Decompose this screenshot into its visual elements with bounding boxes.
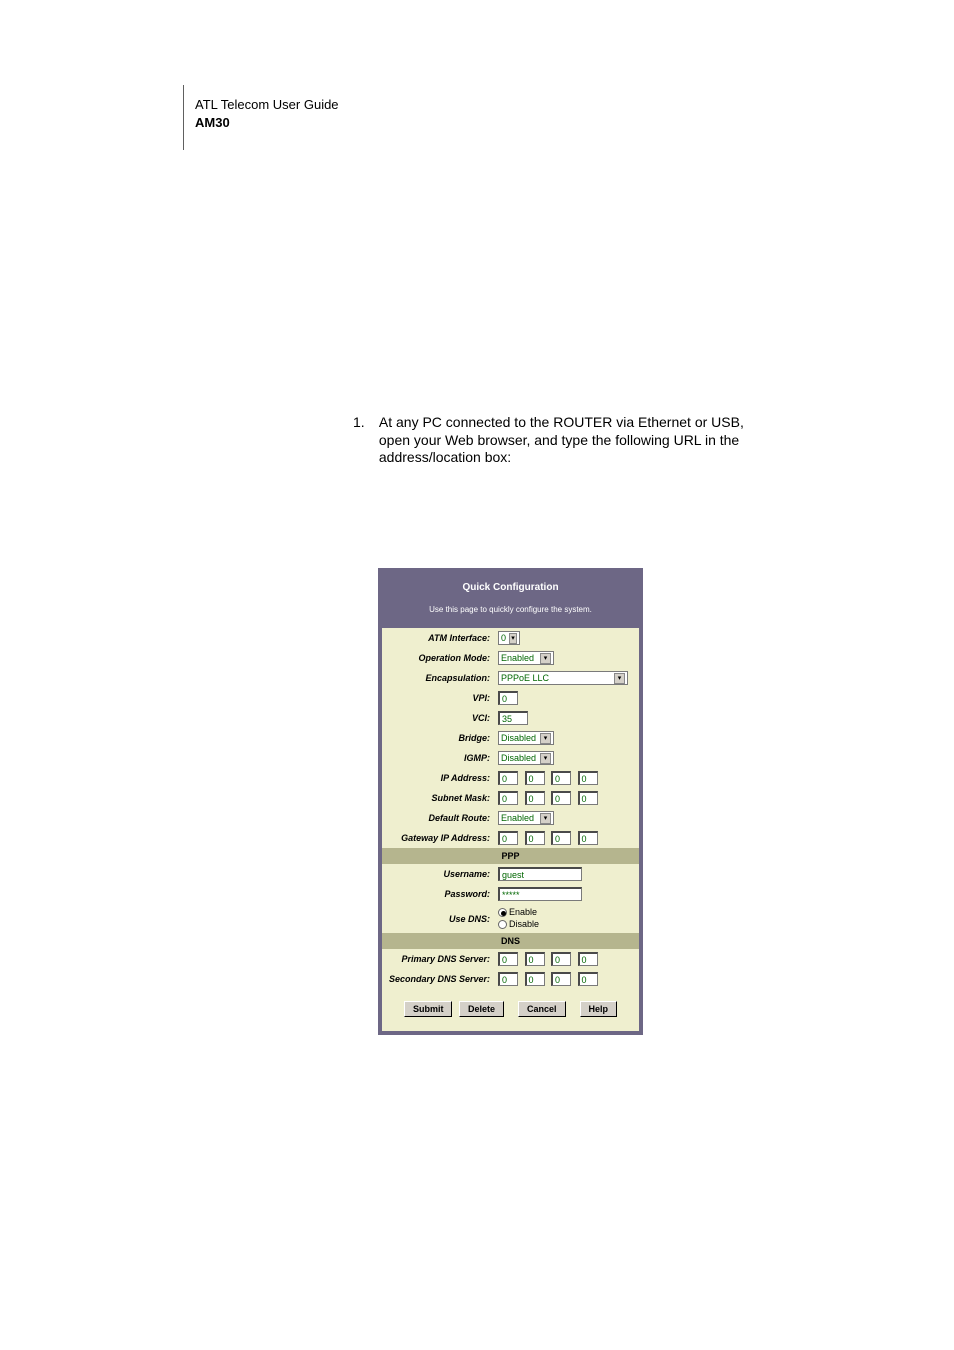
- gateway-octet-4[interactable]: 0: [578, 831, 598, 845]
- label-operation-mode: Operation Mode:: [382, 648, 494, 668]
- instruction-text: At any PC connected to the ROUTER via Et…: [379, 414, 759, 467]
- help-button[interactable]: Help: [580, 1001, 618, 1017]
- vci-input[interactable]: 35: [498, 711, 528, 725]
- page-header: ATL Telecom User Guide AM30: [195, 96, 339, 132]
- label-ip-address: IP Address:: [382, 768, 494, 788]
- row-gateway-ip: Gateway IP Address: 0 0 0 0: [382, 828, 639, 848]
- secondary-dns-octet-3[interactable]: 0: [551, 972, 571, 986]
- password-input[interactable]: *****: [498, 887, 582, 901]
- primary-dns-octet-2[interactable]: 0: [525, 952, 545, 966]
- gateway-octet-3[interactable]: 0: [551, 831, 571, 845]
- username-input[interactable]: guest: [498, 867, 582, 881]
- primary-dns-octet-3[interactable]: 0: [551, 952, 571, 966]
- quick-configuration-panel: Quick Configuration Use this page to qui…: [378, 568, 643, 1035]
- ip-octet-2[interactable]: 0: [525, 771, 545, 785]
- label-atm-interface: ATM Interface:: [382, 628, 494, 648]
- use-dns-enable-radio[interactable]: [498, 908, 507, 917]
- delete-button[interactable]: Delete: [459, 1001, 504, 1017]
- use-dns-disable-label: Disable: [509, 919, 539, 929]
- panel-subtitle: Use this page to quickly configure the s…: [382, 599, 639, 628]
- label-igmp: IGMP:: [382, 748, 494, 768]
- row-subnet-mask: Subnet Mask: 0 0 0 0: [382, 788, 639, 808]
- row-primary-dns: Primary DNS Server: 0 0 0 0: [382, 949, 639, 969]
- bridge-select[interactable]: Disabled ▾: [498, 731, 554, 745]
- dns-section-header: DNS: [382, 933, 639, 949]
- encapsulation-select[interactable]: PPPoE LLC ▾: [498, 671, 628, 685]
- row-use-dns: Use DNS: Enable Disable: [382, 904, 639, 933]
- label-encapsulation: Encapsulation:: [382, 668, 494, 688]
- submit-button[interactable]: Submit: [404, 1001, 453, 1017]
- secondary-dns-octet-2[interactable]: 0: [525, 972, 545, 986]
- igmp-select[interactable]: Disabled ▾: [498, 751, 554, 765]
- row-default-route: Default Route: Enabled ▾: [382, 808, 639, 828]
- default-route-select[interactable]: Enabled ▾: [498, 811, 554, 825]
- label-gateway-ip: Gateway IP Address:: [382, 828, 494, 848]
- cancel-button[interactable]: Cancel: [518, 1001, 566, 1017]
- header-line2: AM30: [195, 114, 339, 132]
- chevron-down-icon: ▾: [540, 753, 551, 764]
- label-password: Password:: [382, 884, 494, 904]
- primary-dns-octet-4[interactable]: 0: [578, 952, 598, 966]
- header-line1: ATL Telecom User Guide: [195, 96, 339, 114]
- row-ip-address: IP Address: 0 0 0 0: [382, 768, 639, 788]
- row-secondary-dns: Secondary DNS Server: 0 0 0 0: [382, 969, 639, 989]
- instruction-number: 1.: [353, 414, 375, 432]
- label-username: Username:: [382, 864, 494, 884]
- ppp-section-header: PPP: [382, 848, 639, 864]
- gateway-octet-1[interactable]: 0: [498, 831, 518, 845]
- chevron-down-icon: ▾: [509, 633, 517, 644]
- subnet-octet-1[interactable]: 0: [498, 791, 518, 805]
- row-bridge: Bridge: Disabled ▾: [382, 728, 639, 748]
- label-subnet-mask: Subnet Mask:: [382, 788, 494, 808]
- secondary-dns-octet-4[interactable]: 0: [578, 972, 598, 986]
- row-vpi: VPI: 0: [382, 688, 639, 708]
- operation-mode-select[interactable]: Enabled ▾: [498, 651, 554, 665]
- header-divider: [183, 85, 184, 150]
- row-encapsulation: Encapsulation: PPPoE LLC ▾: [382, 668, 639, 688]
- use-dns-disable-radio[interactable]: [498, 920, 507, 929]
- row-operation-mode: Operation Mode: Enabled ▾: [382, 648, 639, 668]
- secondary-dns-octet-1[interactable]: 0: [498, 972, 518, 986]
- label-vci: VCI:: [382, 708, 494, 728]
- label-use-dns: Use DNS:: [382, 904, 494, 933]
- label-primary-dns: Primary DNS Server:: [382, 949, 494, 969]
- subnet-octet-2[interactable]: 0: [525, 791, 545, 805]
- row-atm-interface: ATM Interface: 0 ▾: [382, 628, 639, 648]
- subnet-octet-4[interactable]: 0: [578, 791, 598, 805]
- chevron-down-icon: ▾: [540, 733, 551, 744]
- chevron-down-icon: ▾: [614, 673, 625, 684]
- row-username: Username: guest: [382, 864, 639, 884]
- instruction-step-1: 1. At any PC connected to the ROUTER via…: [353, 414, 763, 467]
- label-default-route: Default Route:: [382, 808, 494, 828]
- use-dns-enable-label: Enable: [509, 907, 537, 917]
- row-igmp: IGMP: Disabled ▾: [382, 748, 639, 768]
- chevron-down-icon: ▾: [540, 813, 551, 824]
- atm-interface-select[interactable]: 0 ▾: [498, 631, 520, 645]
- label-bridge: Bridge:: [382, 728, 494, 748]
- ip-octet-1[interactable]: 0: [498, 771, 518, 785]
- label-secondary-dns: Secondary DNS Server:: [382, 969, 494, 989]
- button-row: Submit Delete Cancel Help: [382, 989, 639, 1031]
- chevron-down-icon: ▾: [540, 653, 551, 664]
- row-password: Password: *****: [382, 884, 639, 904]
- vpi-input[interactable]: 0: [498, 691, 518, 705]
- config-table: ATM Interface: 0 ▾ Operation Mode: Enabl…: [382, 628, 639, 989]
- label-vpi: VPI:: [382, 688, 494, 708]
- panel-title: Quick Configuration: [382, 572, 639, 599]
- primary-dns-octet-1[interactable]: 0: [498, 952, 518, 966]
- subnet-octet-3[interactable]: 0: [551, 791, 571, 805]
- ip-octet-3[interactable]: 0: [551, 771, 571, 785]
- row-vci: VCI: 35: [382, 708, 639, 728]
- gateway-octet-2[interactable]: 0: [525, 831, 545, 845]
- ip-octet-4[interactable]: 0: [578, 771, 598, 785]
